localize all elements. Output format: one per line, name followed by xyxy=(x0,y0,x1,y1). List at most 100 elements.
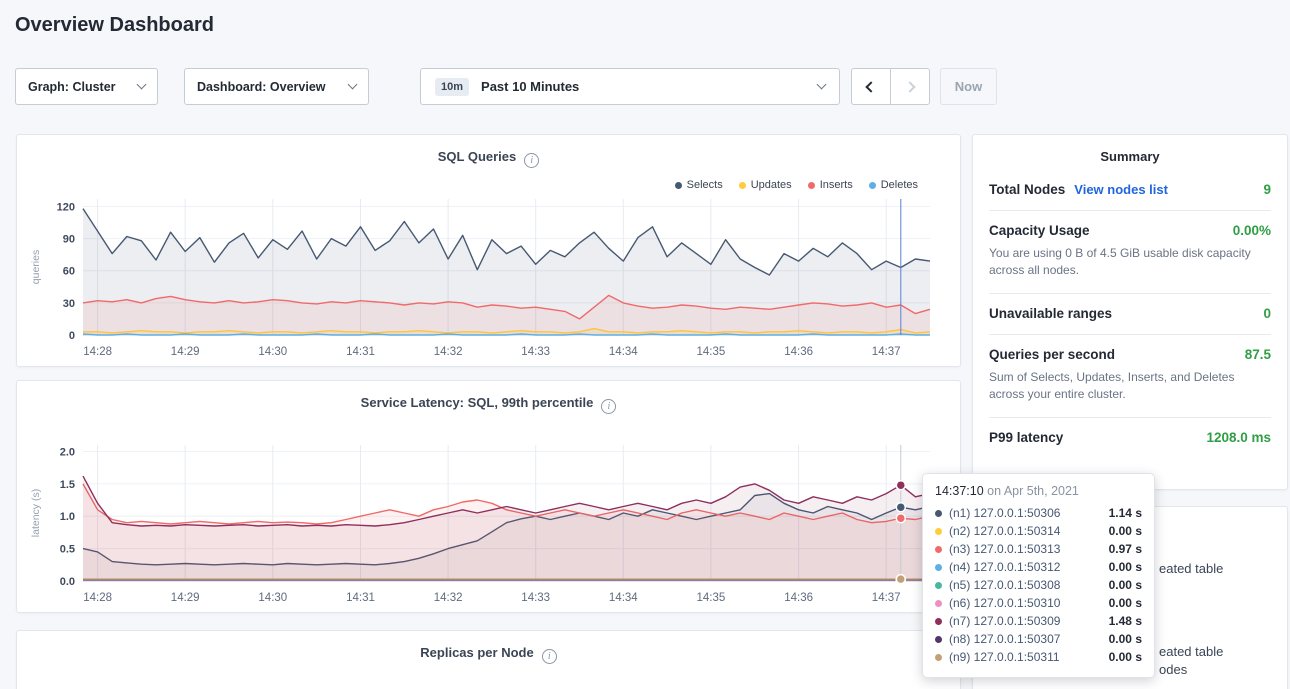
svg-text:30: 30 xyxy=(63,298,75,310)
node-color-dot-icon xyxy=(935,510,942,517)
svg-text:14:32: 14:32 xyxy=(434,592,463,604)
svg-text:2.0: 2.0 xyxy=(60,447,75,459)
tooltip-node-value: 0.97 s xyxy=(1109,542,1142,556)
legend-dot-icon xyxy=(675,182,682,189)
view-nodes-list-link[interactable]: View nodes list xyxy=(1074,182,1168,197)
svg-text:14:36: 14:36 xyxy=(784,346,813,358)
legend-dot-icon xyxy=(869,182,876,189)
summary-capacity-usage: Capacity Usage 0.00% You are using 0 B o… xyxy=(989,211,1271,294)
tooltip-time: 14:37:10 xyxy=(935,484,984,498)
page-title: Overview Dashboard xyxy=(15,14,214,37)
info-icon[interactable]: i xyxy=(524,153,539,168)
qps-value: 87.5 xyxy=(1245,347,1271,362)
tooltip-node-value: 0.00 s xyxy=(1109,650,1142,664)
graph-dropdown[interactable]: Graph: Cluster xyxy=(15,68,158,105)
svg-text:120: 120 xyxy=(57,202,75,214)
info-icon[interactable]: i xyxy=(601,399,616,414)
total-nodes-label: Total Nodes xyxy=(989,182,1065,197)
service-latency-chart[interactable]: 0.00.51.01.52.014:2814:2914:3014:3114:32… xyxy=(25,435,954,607)
svg-text:14:29: 14:29 xyxy=(171,346,200,358)
graph-dropdown-label: Graph: Cluster xyxy=(28,80,116,94)
chevron-down-icon xyxy=(817,80,827,90)
tooltip-node-label: (n3) 127.0.0.1:50313 xyxy=(949,542,1060,556)
event-text-fragment: eated table xyxy=(1159,644,1223,659)
service-latency-title: Service Latency: SQL, 99th percentilei xyxy=(17,381,960,414)
svg-text:1.5: 1.5 xyxy=(60,479,75,491)
chevron-down-icon xyxy=(348,80,358,90)
legend-dot-icon xyxy=(808,182,815,189)
tooltip-row: (n1) 127.0.0.1:503061.14 s xyxy=(935,504,1142,522)
tooltip-row: (n9) 127.0.0.1:503110.00 s xyxy=(935,648,1142,666)
svg-text:14:33: 14:33 xyxy=(521,346,550,358)
chart-hover-tooltip: 14:37:10 on Apr 5th, 2021 (n1) 127.0.0.1… xyxy=(922,473,1155,678)
dashboard-dropdown[interactable]: Dashboard: Overview xyxy=(184,68,369,105)
summary-p99-latency: P99 latency 1208.0 ms xyxy=(989,418,1271,458)
tooltip-node-label: (n6) 127.0.0.1:50310 xyxy=(949,596,1060,610)
svg-text:60: 60 xyxy=(63,266,75,278)
unavailable-ranges-value: 0 xyxy=(1263,306,1271,321)
node-color-dot-icon xyxy=(935,582,942,589)
svg-text:14:28: 14:28 xyxy=(83,592,112,604)
replicas-per-node-panel: Replicas per Node i xyxy=(16,630,961,689)
node-color-dot-icon xyxy=(935,546,942,553)
time-next-button[interactable] xyxy=(890,68,930,105)
summary-unavailable-ranges: Unavailable ranges 0 xyxy=(989,294,1271,335)
svg-text:1.0: 1.0 xyxy=(60,511,75,523)
svg-text:14:36: 14:36 xyxy=(784,592,813,604)
node-color-dot-icon xyxy=(935,528,942,535)
svg-text:queries: queries xyxy=(30,250,42,284)
capacity-usage-description: You are using 0 B of 4.5 GiB usable disk… xyxy=(989,245,1271,280)
tooltip-node-label: (n5) 127.0.0.1:50308 xyxy=(949,578,1060,592)
info-icon[interactable]: i xyxy=(542,649,557,664)
chart-title-text: SQL Queries xyxy=(438,149,517,164)
tooltip-node-label: (n1) 127.0.0.1:50306 xyxy=(949,506,1060,520)
tooltip-row: (n5) 127.0.0.1:503080.00 s xyxy=(935,576,1142,594)
svg-text:0.5: 0.5 xyxy=(60,544,75,556)
tooltip-row: (n8) 127.0.0.1:503070.00 s xyxy=(935,630,1142,648)
tooltip-node-value: 0.00 s xyxy=(1109,560,1142,574)
chevron-down-icon xyxy=(137,80,147,90)
tooltip-row: (n6) 127.0.0.1:50310 0.00 s xyxy=(935,594,1142,612)
sql-queries-chart[interactable]: 030609012014:2814:2914:3014:3114:3214:33… xyxy=(25,189,954,361)
svg-text:14:32: 14:32 xyxy=(434,346,463,358)
tooltip-row: (n7) 127.0.0.1:503091.48 s xyxy=(935,612,1142,630)
summary-total-nodes: Total Nodes View nodes list 9 xyxy=(989,170,1271,211)
tooltip-node-value: 0.00 s xyxy=(1109,632,1142,646)
tooltip-node-value: 1.48 s xyxy=(1109,614,1142,628)
chevron-right-icon xyxy=(904,81,915,92)
tooltip-row: (n2) 127.0.0.1:503140.00 s xyxy=(935,522,1142,540)
svg-text:0: 0 xyxy=(69,330,75,342)
time-range-selector[interactable]: 10m Past 10 Minutes xyxy=(420,68,840,105)
p99-latency-label: P99 latency xyxy=(989,430,1063,445)
time-range-badge: 10m xyxy=(435,78,469,96)
now-button[interactable]: Now xyxy=(940,68,997,105)
summary-title: Summary xyxy=(989,135,1271,170)
time-prev-button[interactable] xyxy=(851,68,891,105)
tooltip-node-label: (n4) 127.0.0.1:50312 xyxy=(949,560,1060,574)
svg-text:14:34: 14:34 xyxy=(609,592,638,604)
node-color-dot-icon xyxy=(935,618,942,625)
legend-dot-icon xyxy=(739,182,746,189)
svg-text:0.0: 0.0 xyxy=(60,576,75,588)
replicas-per-node-title: Replicas per Node i xyxy=(17,631,960,664)
svg-text:14:31: 14:31 xyxy=(346,346,375,358)
unavailable-ranges-label: Unavailable ranges xyxy=(989,306,1112,321)
service-latency-panel: Service Latency: SQL, 99th percentilei 0… xyxy=(16,380,961,613)
chart-title-text: Replicas per Node xyxy=(420,645,533,660)
node-color-dot-icon xyxy=(935,564,942,571)
node-color-dot-icon xyxy=(935,600,942,607)
total-nodes-value: 9 xyxy=(1263,182,1271,197)
svg-text:14:35: 14:35 xyxy=(697,346,726,358)
tooltip-date: on Apr 5th, 2021 xyxy=(984,484,1079,498)
svg-text:14:29: 14:29 xyxy=(171,592,200,604)
overview-dashboard-page: Overview Dashboard Graph: Cluster Dashbo… xyxy=(0,0,1290,689)
tooltip-node-label: (n2) 127.0.0.1:50314 xyxy=(949,524,1060,538)
capacity-usage-value: 0.00% xyxy=(1233,223,1271,238)
qps-label: Queries per second xyxy=(989,347,1115,362)
svg-text:14:33: 14:33 xyxy=(521,592,550,604)
tooltip-row: (n3) 127.0.0.1:50313 0.97 s xyxy=(935,540,1142,558)
tooltip-node-value: 0.00 s xyxy=(1109,596,1142,610)
svg-text:14:35: 14:35 xyxy=(697,592,726,604)
svg-text:latency (s): latency (s) xyxy=(30,489,42,537)
sql-queries-title: SQL Queries i xyxy=(17,135,960,168)
